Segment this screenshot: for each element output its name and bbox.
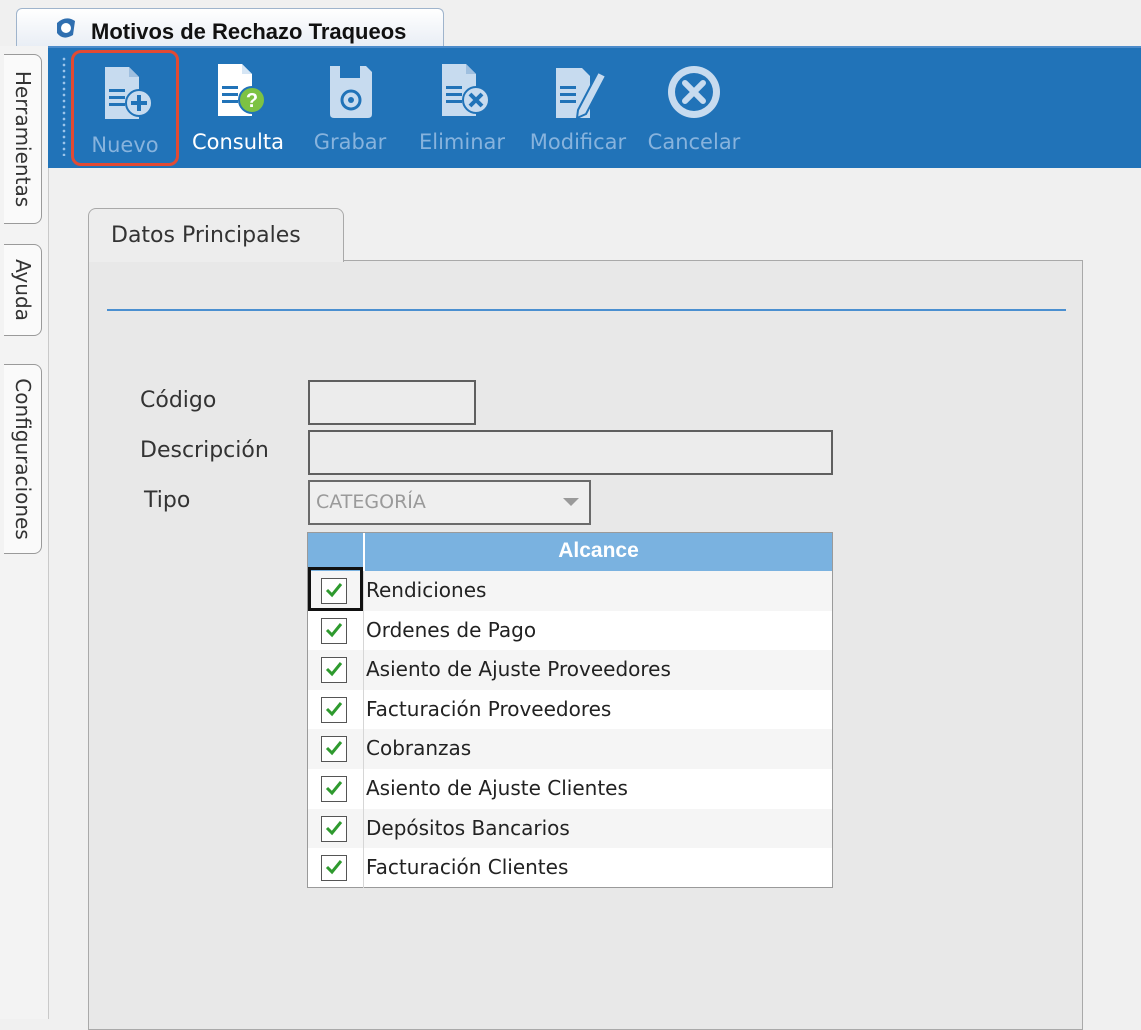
check-icon (325, 662, 343, 677)
cancelar-button[interactable]: Cancelar (640, 50, 748, 166)
check-icon (325, 781, 343, 796)
grabar-button[interactable]: Grabar (296, 50, 404, 166)
column-divider (363, 808, 364, 849)
table-row[interactable]: Ordenes de Pago (308, 610, 832, 651)
check-icon (325, 701, 343, 717)
row-checkbox[interactable] (321, 855, 347, 882)
table-row[interactable]: Facturación Clientes (308, 848, 832, 888)
grid-header: Alcance (308, 533, 832, 572)
app-logo-icon (57, 18, 75, 38)
row-label: Facturación Proveedores (366, 696, 612, 721)
modificar-button[interactable]: Modificar (524, 50, 632, 166)
save-icon (330, 66, 372, 118)
descripcion-label: Descripción (140, 438, 269, 463)
column-divider (363, 689, 364, 730)
row-label: Rendiciones (366, 578, 487, 602)
side-tab-configuraciones[interactable]: Configuraciones (4, 364, 42, 554)
table-row[interactable]: Asiento de Ajuste Clientes (308, 769, 832, 809)
consulta-button[interactable]: ? Consulta (184, 50, 292, 166)
side-tab-label: Herramientas (10, 70, 35, 208)
row-label: Asiento de Ajuste Proveedores (366, 657, 671, 682)
window-title: Motivos de Rechazo Traqueos (91, 19, 407, 44)
row-checkbox[interactable] (321, 617, 347, 644)
toolbar-grip[interactable] (62, 56, 66, 156)
delete-document-icon (442, 64, 490, 116)
consulta-button-label: Consulta (191, 130, 284, 154)
codigo-label: Código (140, 388, 217, 413)
tipo-select[interactable]: CATEGORÍA (308, 480, 591, 525)
table-row[interactable]: Cobranzas (308, 729, 832, 769)
table-row[interactable]: Facturación Proveedores (308, 689, 832, 730)
row-checkbox[interactable] (321, 696, 347, 723)
column-divider (363, 848, 364, 888)
row-checkbox[interactable] (321, 736, 347, 763)
column-divider (363, 610, 364, 651)
check-icon (325, 622, 343, 637)
column-divider (363, 650, 364, 690)
column-divider (363, 571, 364, 611)
eliminar-button[interactable]: Eliminar (408, 50, 516, 166)
column-divider (363, 769, 364, 809)
chevron-down-icon (563, 498, 579, 506)
divider (107, 309, 1066, 311)
row-label: Ordenes de Pago (366, 617, 537, 642)
row-checkbox[interactable] (321, 657, 347, 684)
cancel-icon (668, 66, 720, 118)
eliminar-button-label: Eliminar (418, 130, 506, 154)
row-label: Facturación Clientes (366, 855, 569, 880)
codigo-field[interactable] (308, 380, 476, 425)
side-tab-herramientas[interactable]: Herramientas (4, 54, 42, 224)
descripcion-field[interactable] (308, 430, 833, 475)
row-checkbox[interactable] (321, 776, 347, 802)
nuevo-button[interactable]: Nuevo (71, 50, 179, 166)
table-row[interactable]: Rendiciones (308, 567, 832, 611)
alcance-grid: Alcance Rendiciones Ordenes de Pago Asient… (307, 532, 833, 888)
grid-header-check-column (308, 533, 365, 571)
side-tab-label: Ayuda (10, 259, 35, 321)
row-label: Cobranzas (366, 736, 472, 761)
table-row[interactable]: Depósitos Bancarios (308, 808, 832, 849)
side-tab-ayuda[interactable]: Ayuda (4, 244, 42, 336)
check-icon (325, 820, 343, 835)
focus-indicator (308, 567, 363, 611)
window-tab[interactable]: Motivos de Rechazo Traqueos (16, 8, 444, 46)
check-icon (325, 860, 343, 875)
tab-datos-principales[interactable]: Datos Principales (88, 208, 344, 262)
row-label: Asiento de Ajuste Clientes (366, 776, 628, 800)
table-row[interactable]: Asiento de Ajuste Proveedores (308, 650, 832, 690)
grid-header-alcance: Alcance (558, 539, 639, 562)
new-document-icon (105, 67, 153, 119)
tipo-label: Tipo (144, 488, 191, 513)
row-label: Depósitos Bancarios (366, 815, 570, 840)
tipo-select-value: CATEGORÍA (316, 491, 426, 513)
check-icon (325, 741, 343, 756)
modificar-button-label: Modificar (529, 130, 627, 154)
svg-text:?: ? (246, 90, 258, 112)
column-divider (363, 729, 364, 769)
tab-label: Datos Principales (111, 223, 301, 248)
nuevo-button-label: Nuevo (91, 133, 159, 157)
query-document-icon: ? (218, 64, 266, 116)
side-tab-strip: Herramientas Ayuda Configuraciones (0, 46, 49, 1019)
edit-document-icon (556, 68, 608, 120)
row-checkbox[interactable] (321, 815, 347, 842)
grabar-button-label: Grabar (313, 130, 387, 154)
cancelar-button-label: Cancelar (647, 130, 741, 154)
side-tab-label: Configuraciones (10, 378, 35, 540)
